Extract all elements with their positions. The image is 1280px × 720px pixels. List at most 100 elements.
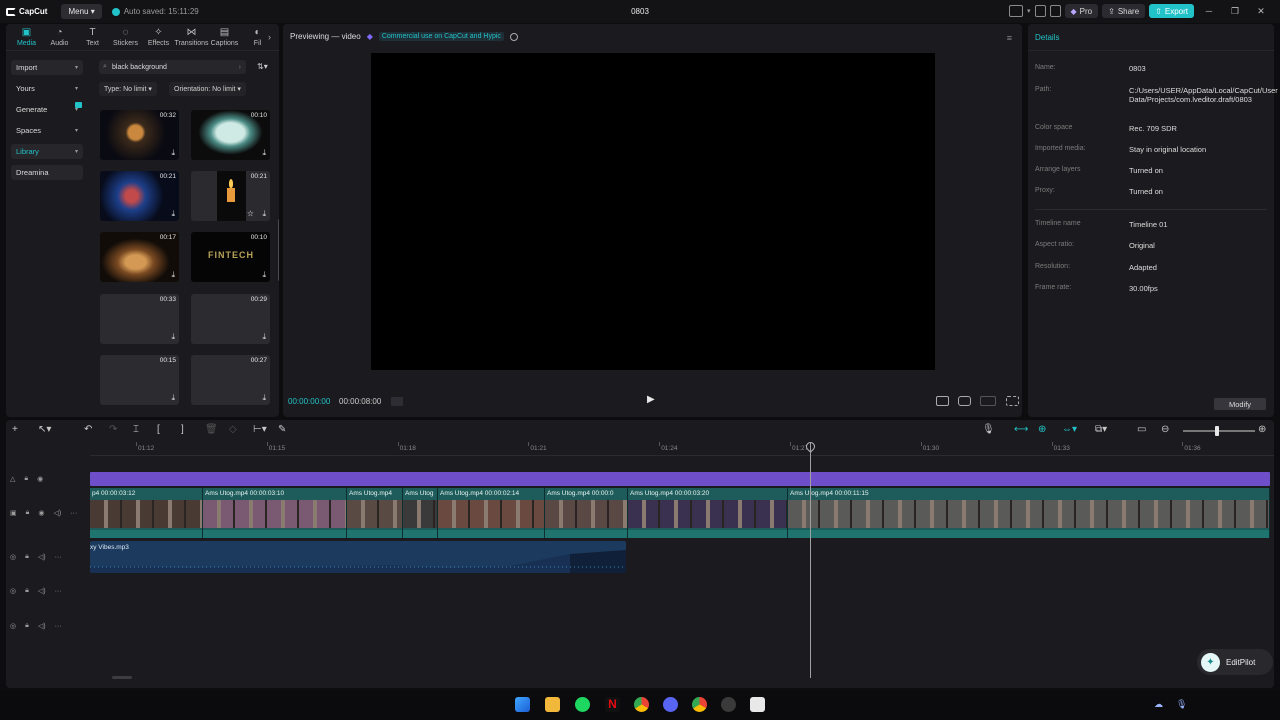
- audio-track-icon[interactable]: ◎: [10, 553, 16, 561]
- effect-track-bar[interactable]: [90, 472, 1270, 486]
- zoom-out-icon[interactable]: ⊖: [1161, 425, 1169, 435]
- video-preview[interactable]: [371, 53, 935, 370]
- speaker-icon[interactable]: ◁): [38, 587, 46, 595]
- more-icon[interactable]: ···: [55, 554, 62, 561]
- zoom-slider[interactable]: [1183, 430, 1255, 432]
- lock-icon[interactable]: 🔒︎: [25, 553, 29, 561]
- video-clip[interactable]: Ams Utog.mp4 00:00:11:15: [788, 488, 1270, 538]
- video-clip[interactable]: Ams Utog.mp4: [347, 488, 403, 538]
- download-icon[interactable]: ⤓: [171, 270, 175, 280]
- file-explorer-icon[interactable]: [545, 697, 560, 712]
- info-icon[interactable]: [509, 32, 518, 41]
- minimize-icon[interactable]: ─: [1198, 6, 1220, 16]
- video-clip[interactable]: Ams Utog.mp4 00:00:02:14: [438, 488, 545, 538]
- caption-icon[interactable]: ▭: [1137, 425, 1146, 435]
- video-clip[interactable]: Ams Utog: [403, 488, 438, 538]
- undo-icon[interactable]: ↶: [84, 425, 92, 435]
- clear-search-icon[interactable]: ›: [239, 64, 241, 71]
- download-icon[interactable]: ⤓: [262, 209, 266, 219]
- delete-icon[interactable]: 🗑: [205, 425, 218, 435]
- media-thumbnail[interactable]: 00:17 ⤓: [100, 232, 179, 282]
- chrome-icon[interactable]: [634, 697, 649, 712]
- download-icon[interactable]: ⤓: [171, 332, 175, 342]
- audio-clip[interactable]: xy Vibes.mp3: [90, 541, 626, 573]
- snapshot-icon[interactable]: [958, 396, 971, 406]
- tab-effects[interactable]: ✧ Effects: [142, 28, 175, 50]
- video-clip[interactable]: Ams Utog.mp4 00:00:03:10: [203, 488, 347, 538]
- filter-sort-icon[interactable]: ⇅▾: [257, 62, 268, 71]
- download-icon[interactable]: ⤓: [262, 270, 266, 280]
- share-button[interactable]: ⇪ Share: [1102, 4, 1146, 18]
- lock-icon[interactable]: 🔒︎: [25, 622, 29, 630]
- netflix-icon[interactable]: N: [605, 697, 620, 712]
- tab-transitions[interactable]: ⋈ Transitions: [175, 28, 209, 50]
- download-icon[interactable]: ⤓: [171, 148, 175, 158]
- speaker-icon[interactable]: ◁): [53, 509, 61, 517]
- download-icon[interactable]: ⤓: [171, 209, 175, 219]
- lock-icon[interactable]: 🔒︎: [26, 509, 30, 517]
- tab-stickers[interactable]: ◌ Stickers: [109, 28, 142, 50]
- tab-audio[interactable]: ◔ Audio: [43, 28, 76, 50]
- close-icon[interactable]: ✕: [1250, 6, 1272, 17]
- media-thumbnail[interactable]: 00:10 ⤓: [191, 110, 270, 160]
- media-scrollbar[interactable]: [278, 219, 279, 281]
- timecode-format-icon[interactable]: [391, 397, 403, 406]
- settings-icon[interactable]: [721, 697, 736, 712]
- speaker-icon[interactable]: ◁): [38, 553, 46, 561]
- type-filter-dropdown[interactable]: Type: No limit ▾: [99, 82, 157, 96]
- editpilot-button[interactable]: ✦ EditPilot: [1197, 649, 1273, 675]
- maximize-icon[interactable]: ❐: [1224, 6, 1246, 17]
- sidebar-item-generate[interactable]: Generate ▾: [11, 101, 83, 117]
- eye-icon[interactable]: ◉: [38, 509, 44, 517]
- magnet-icon[interactable]: ⊕: [1038, 425, 1046, 435]
- mic-tray-icon[interactable]: 🎙: [1176, 699, 1187, 710]
- link-icon[interactable]: ⟷: [1014, 425, 1028, 435]
- orientation-filter-dropdown[interactable]: Orientation: No limit ▾: [169, 82, 246, 96]
- track-hide-icon[interactable]: △: [10, 475, 15, 483]
- tabs-next-icon[interactable]: ›: [268, 32, 271, 42]
- tab-captions[interactable]: ▤ Captions: [208, 28, 241, 50]
- zoom-slider-handle[interactable]: [1215, 426, 1219, 436]
- sidebar-item-yours[interactable]: Yours ▾: [11, 81, 83, 96]
- sidebar-item-dreamina[interactable]: Dreamina: [11, 165, 83, 180]
- download-icon[interactable]: ⤓: [262, 148, 266, 158]
- audio-track-icon[interactable]: ◎: [10, 622, 16, 630]
- ratio-icon[interactable]: [980, 396, 996, 406]
- spotify-icon[interactable]: [575, 697, 590, 712]
- media-thumbnail[interactable]: FINTECH 00:10 ⤓: [191, 232, 270, 282]
- snap-icon[interactable]: ⇔▾: [1062, 425, 1077, 435]
- redo-icon[interactable]: ↷: [109, 425, 117, 435]
- lock-icon[interactable]: 🔒︎: [24, 475, 28, 483]
- download-icon[interactable]: ⤓: [262, 332, 266, 342]
- play-icon[interactable]: ▶: [647, 394, 655, 405]
- feedback-icon[interactable]: [1049, 5, 1061, 17]
- video-clip[interactable]: Ams Utog.mp4 00:00:0: [545, 488, 628, 538]
- lock-icon[interactable]: 🔒︎: [25, 587, 29, 595]
- media-thumbnail[interactable]: 00:21 ⤓: [100, 171, 179, 221]
- fullscreen-icon[interactable]: [1006, 396, 1019, 406]
- player-menu-icon[interactable]: ≡: [1007, 33, 1012, 43]
- download-icon[interactable]: ⤓: [262, 393, 266, 403]
- pen-icon[interactable]: ✎: [278, 425, 286, 435]
- layout-chevron-icon[interactable]: ▾: [1027, 7, 1031, 15]
- speaker-icon[interactable]: ◁): [38, 622, 46, 630]
- favorite-icon[interactable]: ☆: [247, 209, 254, 218]
- cover-icon[interactable]: ▣: [10, 509, 17, 517]
- media-thumbnail[interactable]: 00:15 ⤓: [100, 355, 179, 405]
- timeline-scrollbar[interactable]: [112, 676, 132, 679]
- pro-button[interactable]: ◆ Pro: [1064, 4, 1099, 18]
- sidebar-item-spaces[interactable]: Spaces ▾: [11, 123, 83, 138]
- windows-start-icon[interactable]: [515, 697, 530, 712]
- select-tool-icon[interactable]: ↖▾: [38, 425, 51, 435]
- video-clip[interactable]: Ams Utog.mp4 00:00:03:20: [628, 488, 788, 538]
- quality-icon[interactable]: [936, 396, 949, 406]
- more-icon[interactable]: ···: [55, 588, 62, 595]
- media-thumbnail[interactable]: ☆ 00:21 ⤓: [191, 171, 270, 221]
- media-thumbnail[interactable]: 00:32 ⤓: [100, 110, 179, 160]
- preview-axis-icon[interactable]: ⧉▾: [1095, 425, 1107, 435]
- split-left-icon[interactable]: [: [157, 425, 160, 435]
- layout-icon[interactable]: [1008, 5, 1023, 17]
- more-icon[interactable]: ···: [70, 510, 77, 517]
- playhead[interactable]: [810, 442, 811, 678]
- microphone-icon[interactable]: 🎙: [982, 425, 995, 435]
